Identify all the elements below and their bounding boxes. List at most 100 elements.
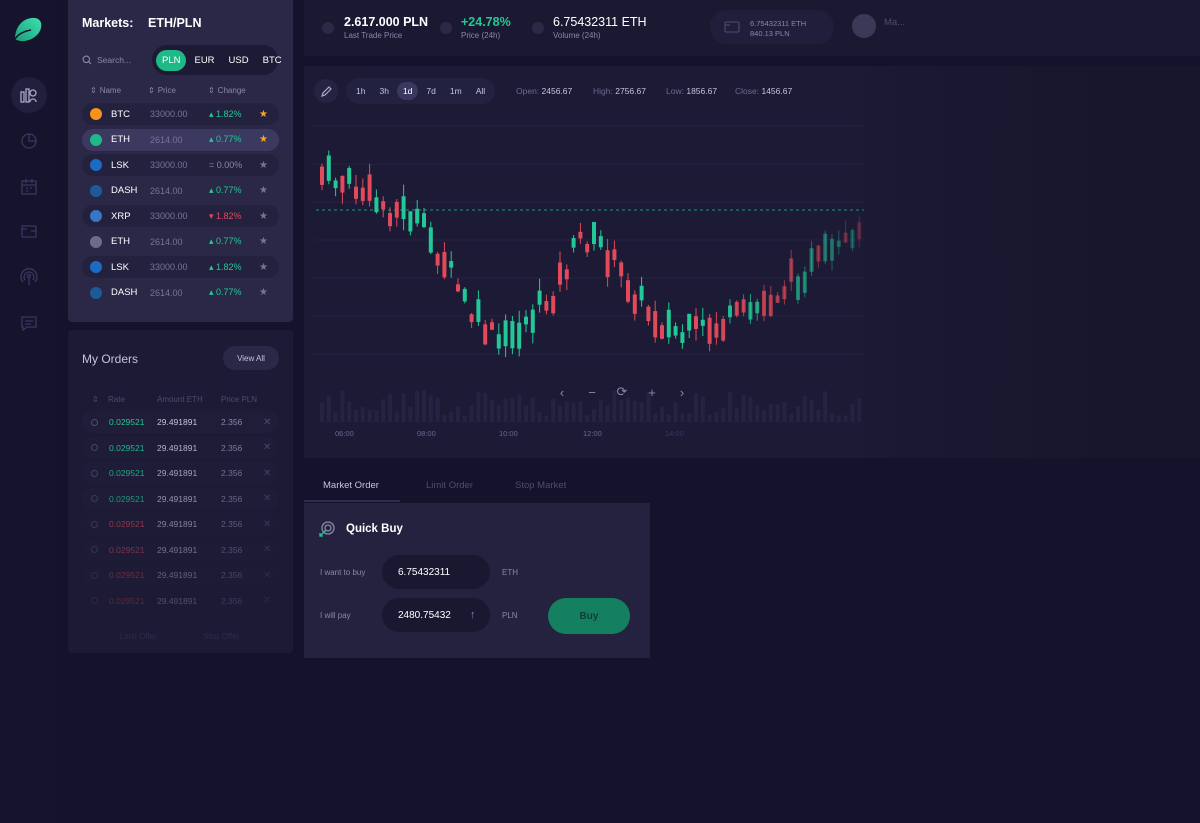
- close-icon[interactable]: ✕: [263, 544, 271, 555]
- star-icon[interactable]: ★: [259, 211, 268, 222]
- star-icon[interactable]: ★: [259, 185, 268, 196]
- currency-usd[interactable]: USD: [223, 50, 255, 71]
- table-row[interactable]: 0.029521 29.491891 2.356 ✕: [82, 538, 279, 561]
- table-row[interactable]: 0.029521 29.491891 2.356 ✕: [82, 513, 279, 535]
- list-item[interactable]: LSK 33000.00 ▴ 1.82% ★: [82, 256, 279, 278]
- draw-tool-button[interactable]: [314, 79, 338, 103]
- close-icon[interactable]: ✕: [263, 442, 271, 453]
- currency-eur[interactable]: EUR: [188, 50, 220, 71]
- rail-item-wallet[interactable]: [11, 213, 47, 249]
- table-row[interactable]: 0.029521 29.491891 2.356 ✕: [82, 589, 279, 612]
- volume-bar: [809, 399, 814, 422]
- candle-body: [449, 261, 454, 268]
- tab-limit-order[interactable]: Limit Order: [426, 480, 473, 491]
- list-item[interactable]: DASH 2614.00 ▴ 0.77% ★: [82, 179, 279, 202]
- rail-item-signals[interactable]: [11, 259, 47, 295]
- star-icon[interactable]: ★: [259, 109, 268, 120]
- reset-icon[interactable]: ⟳: [612, 382, 632, 402]
- chart-panel: 1h 3h 1d 7d 1m All Open: 2456.67 High: 2756.6…: [304, 66, 1200, 458]
- candle-body: [462, 288, 467, 302]
- list-item[interactable]: ETH 2614.00 ▴ 0.77% ★: [82, 128, 279, 151]
- avatar[interactable]: [852, 14, 876, 38]
- star-icon[interactable]: ★: [259, 287, 268, 298]
- table-row[interactable]: 0.029521 29.491891 2.356 ✕: [82, 564, 279, 586]
- close-icon[interactable]: ✕: [263, 468, 271, 479]
- star-icon[interactable]: ★: [259, 262, 268, 273]
- table-row[interactable]: 0.029521 29.491891 2.356 ✕: [82, 462, 279, 484]
- volume-bar: [333, 411, 338, 422]
- close-icon[interactable]: ✕: [263, 570, 271, 581]
- zoom-in-icon[interactable]: +: [642, 382, 662, 402]
- order-rate: 0.029521: [109, 442, 145, 453]
- price-chart[interactable]: [304, 66, 1200, 458]
- col-head-name[interactable]: ⇕ Name: [90, 86, 121, 95]
- wallet-summary[interactable]: 6.75432311 ETH 840.13 PLN: [710, 10, 834, 44]
- user-name[interactable]: Ma...: [884, 17, 905, 28]
- col-head-price[interactable]: ⇕ Price: [148, 86, 176, 95]
- candle-body: [537, 290, 542, 305]
- tab-stop-market[interactable]: Stop Market: [515, 480, 566, 491]
- table-row[interactable]: 0.029521 29.491891 2.356 ✕: [82, 487, 279, 510]
- markets-icon: [20, 88, 37, 103]
- tab-market-order[interactable]: Market Order: [323, 480, 379, 491]
- buy-amount-input[interactable]: 6.75432311: [382, 555, 490, 589]
- list-item[interactable]: LSK 33000.00 = 0.00% ★: [82, 154, 279, 176]
- timeframe-1m[interactable]: 1m: [444, 82, 468, 100]
- quick-buy-title: Quick Buy: [346, 523, 403, 535]
- star-icon[interactable]: ★: [259, 160, 268, 171]
- currency-btc[interactable]: BTC: [257, 50, 288, 71]
- view-all-button[interactable]: View All: [223, 346, 279, 370]
- tab-stop-offer[interactable]: Stop Offer: [203, 632, 239, 641]
- volume-bar: [422, 390, 426, 422]
- star-icon[interactable]: ★: [259, 134, 268, 145]
- timeframe-all[interactable]: All: [470, 82, 491, 100]
- chevron-left-icon[interactable]: ‹: [552, 382, 572, 402]
- col-head-price[interactable]: Price PLN: [221, 395, 257, 404]
- volume-bar: [687, 413, 692, 422]
- zoom-out-icon[interactable]: −: [582, 382, 602, 402]
- col-head-amount[interactable]: Amount ETH: [157, 395, 203, 404]
- ohlc-high: High: 2756.67: [593, 86, 646, 96]
- list-item[interactable]: DASH 2614.00 ▴ 0.77% ★: [82, 281, 279, 304]
- tab-limit-offer[interactable]: Limit Offer: [120, 632, 157, 641]
- time-label: 10:00: [499, 429, 518, 438]
- search-input[interactable]: [97, 55, 157, 65]
- candle-body: [408, 211, 413, 232]
- col-head-change[interactable]: ⇕ Change: [208, 86, 246, 95]
- volume-bar: [374, 410, 379, 422]
- timeframe-1h[interactable]: 1h: [350, 82, 371, 100]
- chevron-right-icon[interactable]: ›: [672, 382, 692, 402]
- close-icon[interactable]: ✕: [263, 493, 271, 504]
- timeframe-7d[interactable]: 7d: [420, 82, 441, 100]
- order-price: 2.356: [221, 595, 243, 606]
- close-icon[interactable]: ✕: [263, 417, 271, 428]
- close-icon[interactable]: ✕: [263, 595, 271, 606]
- candle-body: [360, 187, 365, 201]
- rail-item-messages[interactable]: [11, 305, 47, 341]
- table-row[interactable]: 0.029521 29.491891 2.356 ✕: [82, 436, 279, 459]
- selected-pair[interactable]: ETH/PLN: [148, 16, 201, 30]
- buy-button[interactable]: Buy: [548, 598, 630, 634]
- currency-pln[interactable]: PLN: [156, 49, 187, 71]
- pay-amount-input[interactable]: 2480.75432 ↑: [382, 598, 490, 632]
- rail-item-calendar[interactable]: [11, 169, 47, 205]
- rail-item-portfolio[interactable]: [11, 123, 47, 159]
- candle-body: [734, 301, 739, 316]
- list-item[interactable]: XRP 33000.00 ▾ 1.82% ★: [82, 205, 279, 227]
- star-icon[interactable]: ★: [259, 236, 268, 247]
- close-icon[interactable]: ✕: [263, 519, 271, 530]
- timeframe-3h[interactable]: 3h: [373, 82, 394, 100]
- volume-bar: [619, 399, 624, 422]
- col-head-rate[interactable]: Rate: [108, 395, 125, 404]
- order-rate: 0.029521: [109, 570, 145, 580]
- app-logo[interactable]: [13, 15, 43, 43]
- list-item[interactable]: BTC 33000.00 ▴ 1.82% ★: [82, 103, 279, 125]
- rail-item-markets[interactable]: [11, 77, 47, 113]
- timeframe-1d[interactable]: 1d: [396, 82, 419, 100]
- list-item[interactable]: ETH 2614.00 ▴ 0.77% ★: [82, 230, 279, 253]
- coin-price: 33000.00: [150, 109, 188, 119]
- candle-body: [598, 236, 603, 248]
- candle-body: [639, 285, 644, 301]
- sort-icon[interactable]: ⇕: [92, 395, 99, 404]
- table-row[interactable]: 0.029521 29.491891 2.356 ✕: [82, 411, 279, 433]
